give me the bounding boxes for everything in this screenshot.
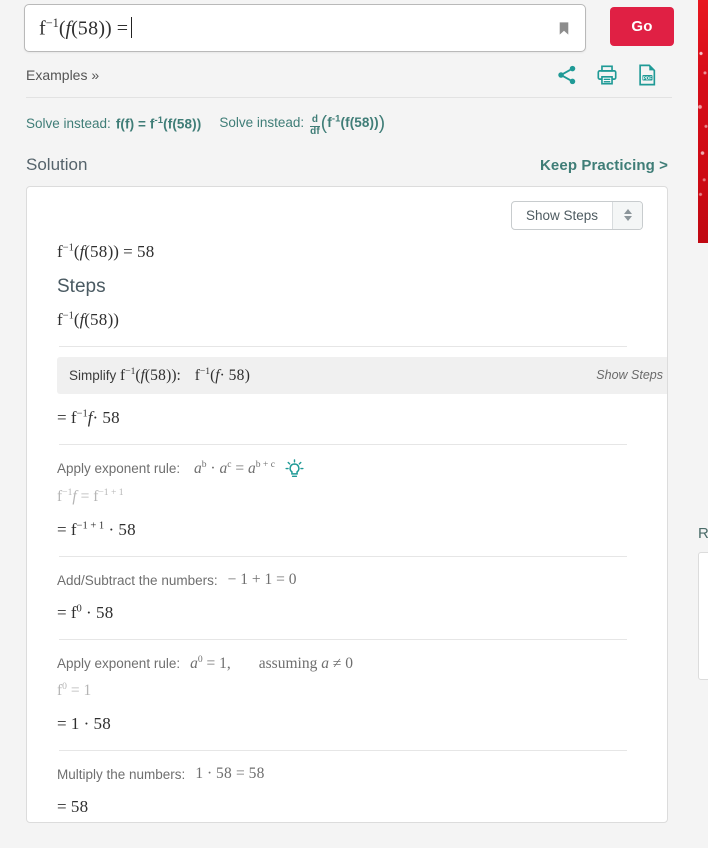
step-divider — [59, 345, 627, 347]
share-icon[interactable] — [556, 64, 578, 86]
step-note-2: Apply exponent rule: ab · ac = ab + c — [57, 459, 649, 479]
stepper-arrows-icon — [612, 201, 642, 229]
derivative-fraction: d df — [310, 115, 320, 138]
show-steps-dropdown-value: Show Steps — [525, 207, 598, 223]
step-line-3: = f0 · 58 — [57, 603, 114, 622]
solve-instead-link-2[interactable]: Solve instead: d df (f-1(f(58))) — [219, 111, 386, 138]
main-column: f−1(f(58)) = Go Examples » PDF Solve ins… — [0, 0, 698, 848]
start-expression: f−1(f(58)) — [57, 309, 119, 329]
text-cursor — [130, 17, 132, 39]
step-assumption-4: assuming a ≠ 0 — [258, 654, 353, 672]
keep-practicing-link[interactable]: Keep Practicing > — [540, 157, 668, 174]
step-note-label-4: Apply exponent rule: — [57, 656, 181, 672]
simplify-result: f−1(f· 58) — [190, 365, 250, 384]
solve-instead-expression-1: f(f) = f-1(f(58)) — [115, 114, 202, 132]
action-icon-group: PDF — [556, 64, 658, 86]
solve-instead-label-2: Solve instead: — [219, 115, 305, 130]
step-sub-expression-4: f0 = 1 — [57, 681, 92, 700]
simplify-show-steps-label: Show Steps — [596, 368, 663, 383]
pdf-icon[interactable]: PDF — [636, 64, 658, 86]
steps-heading: Steps — [57, 275, 106, 297]
solve-instead-expression-2: d df (f-1(f(58))) — [310, 113, 386, 138]
step-rule-4: a0 = 1, — [190, 654, 231, 673]
step-rule-2: ab · ac = ab + c — [193, 459, 275, 478]
solution-card: Show Steps f−1(f(58)) = 58 Steps f−1(f(5… — [26, 185, 668, 823]
frac-denominator: df — [310, 125, 320, 138]
query-bar: f−1(f(58)) = Go — [0, 0, 698, 52]
examples-toolbar: Examples » PDF — [0, 52, 698, 86]
step-rule-5: 1 · 58 = 58 — [195, 765, 265, 783]
right-rail: R — [698, 525, 708, 680]
step-line-4: = 1 · 58 — [57, 714, 112, 734]
simplify-show-steps-locked[interactable]: Show Steps — [596, 367, 667, 383]
simplify-left: Simplify f−1(f(58)): f−1(f· 58) — [69, 366, 250, 385]
answer-expression: f−1(f(58)) = 58 — [57, 241, 155, 261]
step-note-5: Multiply the numbers: 1 · 58 = 58 — [57, 765, 649, 783]
simplify-label: Simplify f−1(f(58)): — [69, 365, 181, 384]
show-steps-dropdown[interactable]: Show Steps — [510, 200, 643, 230]
solve-instead-row: Solve instead: f(f) = f-1(f(58)) Solve i… — [0, 98, 698, 138]
step-note-3: Add/Subtract the numbers: − 1 + 1 = 0 — [57, 571, 649, 589]
step-sub-expression-2: f−1f = f−1 + 1 — [57, 486, 124, 505]
bookmark-icon[interactable] — [553, 16, 575, 40]
step-divider — [59, 750, 627, 752]
step-note-label-2: Apply exponent rule: — [57, 461, 181, 477]
step-note-4: Apply exponent rule: a0 = 1, assuming a … — [57, 654, 649, 673]
step-divider — [59, 556, 627, 557]
page-title: Solution — [26, 154, 88, 174]
math-input-field[interactable]: f−1(f(58)) = — [24, 4, 586, 52]
step-divider — [59, 639, 627, 640]
step-divider — [59, 443, 627, 445]
step-rule-3: − 1 + 1 = 0 — [227, 571, 297, 588]
step-line-1: = f−1f· 58 — [57, 407, 120, 427]
ad-banner-sliver[interactable] — [698, 0, 708, 243]
steps-dropdown-wrap: Show Steps — [43, 200, 649, 230]
solution-header: Solution Keep Practicing > — [0, 135, 698, 175]
svg-text:PDF: PDF — [643, 75, 652, 80]
lightbulb-icon[interactable] — [285, 459, 304, 479]
go-button[interactable]: Go — [610, 7, 674, 46]
step-note-label-5: Multiply the numbers: — [57, 766, 186, 782]
examples-link[interactable]: Examples » — [26, 67, 99, 83]
solve-instead-label-1: Solve instead: — [26, 116, 111, 132]
step-note-label-3: Add/Subtract the numbers: — [57, 572, 218, 588]
print-icon[interactable] — [596, 64, 618, 86]
step-line-5: = 58 — [57, 797, 89, 817]
right-rail-title: R — [698, 525, 708, 542]
solve-instead-link-1[interactable]: Solve instead: f(f) = f-1(f(58)) — [26, 115, 201, 132]
math-input-expression: f−1(f(58)) = — [25, 16, 132, 41]
frac-numerator: d — [311, 114, 319, 126]
symbolab-solver-page: R f−1(f(58)) = Go Examples » PDF Solve i… — [0, 0, 708, 848]
right-rail-card[interactable] — [698, 552, 708, 680]
step-line-2: = f−1 + 1 · 58 — [57, 520, 136, 539]
simplify-step-bar[interactable]: Simplify f−1(f(58)): f−1(f· 58) Show Ste… — [57, 356, 667, 394]
